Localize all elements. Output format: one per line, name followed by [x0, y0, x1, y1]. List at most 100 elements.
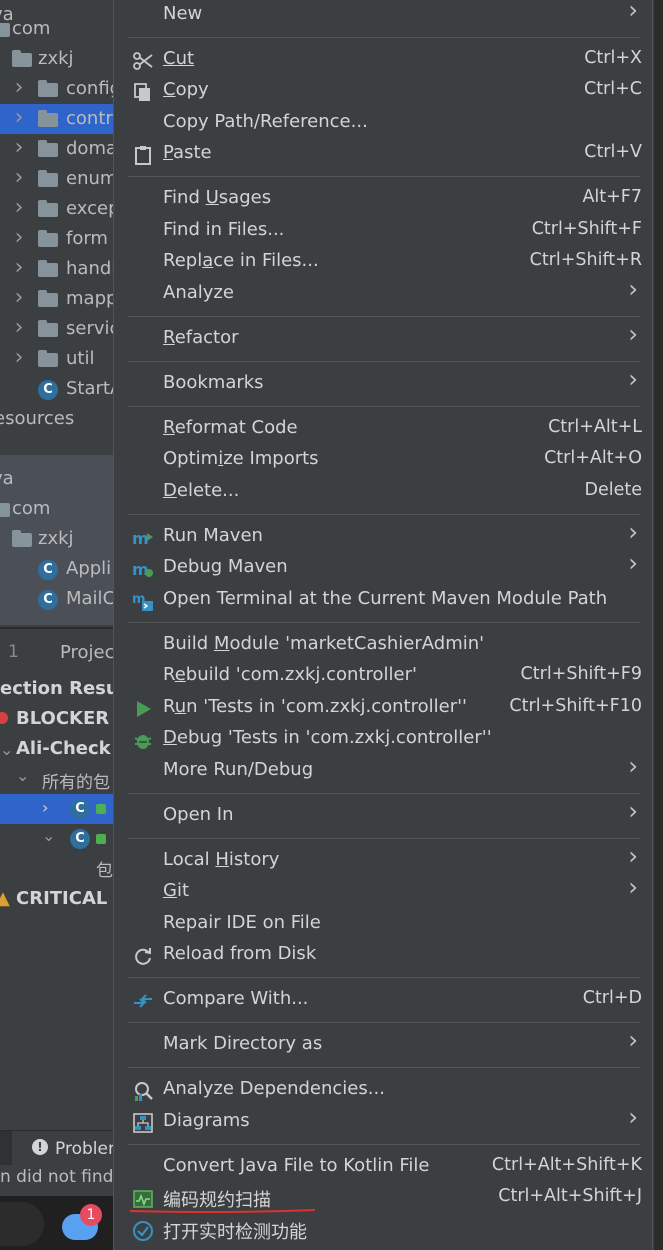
chevron-right-icon[interactable]: › — [12, 314, 26, 343]
menu-item-label: Copy Path/Reference... — [163, 111, 368, 132]
chevron-right-icon[interactable]: › — [12, 164, 26, 193]
chevron-right-icon: › — [628, 873, 638, 901]
tree-item[interactable]: › handl — [0, 254, 120, 284]
shortcut-label: Ctrl+Alt+Shift+K — [491, 1155, 642, 1175]
tree-item[interactable]: zxkj — [0, 44, 120, 74]
menu-separator — [128, 406, 640, 407]
critical-row[interactable]: ▲ CRITICAL — [0, 884, 120, 914]
chevron-right-icon[interactable]: › — [12, 74, 26, 103]
chevron-right-icon[interactable]: › — [12, 224, 26, 253]
menu-item-delete[interactable]: Delete... Delete — [114, 477, 654, 508]
folder-icon — [38, 350, 58, 367]
menu-item-open-terminal-at-the-current-maven-module-path[interactable]: m Open Terminal at the Current Maven Modu… — [114, 585, 654, 616]
tree-item[interactable]: › excep — [0, 194, 120, 224]
tree-item-label: servic — [66, 318, 120, 339]
class-row[interactable]: ⌄ C — [0, 824, 120, 854]
menu-item-local-history[interactable]: Local History › — [114, 842, 654, 877]
tree-item[interactable]: C StartA — [0, 374, 120, 404]
menu-item-more-run-debug[interactable]: More Run/Debug › — [114, 752, 654, 787]
ali-check-row[interactable]: ⌄ Ali-Check — [0, 734, 120, 764]
tree-item[interactable]: › contr — [0, 104, 120, 134]
tree-item[interactable]: com — [0, 14, 120, 44]
tree-item[interactable]: va — [0, 464, 120, 494]
tree-item-label: com — [12, 498, 51, 519]
folder-icon — [0, 503, 10, 517]
tree-item[interactable]: esources — [0, 404, 120, 434]
menu-item-git[interactable]: Git › — [114, 873, 654, 908]
chevron-right-icon[interactable]: › — [12, 254, 26, 283]
tree-item[interactable]: com — [0, 494, 120, 524]
folder-icon — [0, 23, 10, 37]
menu-separator — [128, 1022, 640, 1023]
menu-item-label: Repair IDE on File — [163, 912, 321, 933]
selected-class-row[interactable]: › C — [0, 794, 120, 824]
taskbar-search[interactable] — [0, 1202, 44, 1246]
shortcut-label: Delete — [584, 480, 643, 500]
chevron-right-icon[interactable]: › — [12, 134, 26, 163]
chevron-right-icon[interactable]: › — [12, 284, 26, 313]
tab-problems[interactable]: Problen — [55, 1139, 119, 1159]
status-line: n did not find — [0, 1167, 114, 1187]
menu-item-find-in-files[interactable]: Find in Files... Ctrl+Shift+F — [114, 216, 654, 247]
menu-item-label: Convert Java File to Kotlin File — [163, 1155, 430, 1176]
menu-item-repair-ide-on-file[interactable]: Repair IDE on File — [114, 909, 654, 940]
all-packages-row[interactable]: ⌄ 所有的包 — [0, 764, 120, 794]
menu-item-cut[interactable]: Cut Ctrl+X — [114, 45, 654, 76]
shortcut-label: Ctrl+C — [583, 79, 642, 99]
menu-item-diagrams[interactable]: Diagrams › — [114, 1103, 654, 1138]
tab-project[interactable]: Projec — [60, 642, 115, 663]
tree-item-label: excep — [66, 198, 120, 219]
menu-item-replace-in-files[interactable]: Replace in Files... Ctrl+Shift+R — [114, 247, 654, 278]
tree-item[interactable]: C MailC — [0, 584, 120, 614]
menu-item-run-maven[interactable]: m Run Maven › — [114, 518, 654, 553]
menu-item-label: Paste — [163, 142, 212, 163]
tree-item[interactable]: › enum — [0, 164, 120, 194]
menu-item-bookmarks[interactable]: Bookmarks › — [114, 365, 654, 400]
menu-item-debug-maven[interactable]: m Debug Maven › — [114, 549, 654, 584]
menu-item-paste[interactable]: Paste Ctrl+V — [114, 139, 654, 170]
menu-item-label: More Run/Debug — [163, 759, 314, 780]
menu-item-reformat-code[interactable]: Reformat Code Ctrl+Alt+L — [114, 414, 654, 445]
class-icon: C — [70, 799, 90, 819]
menu-item-find-usages[interactable]: Find Usages Alt+F7 — [114, 184, 654, 215]
tree-item[interactable]: › servic — [0, 314, 120, 344]
menu-item-reload-from-disk[interactable]: Reload from Disk — [114, 940, 654, 971]
menu-item-label: Run 'Tests in 'com.zxkj.controller'' — [163, 696, 468, 717]
menu-item-debug-tests-in-com-zxkj-controller[interactable]: Debug 'Tests in 'com.zxkj.controller'' — [114, 724, 654, 755]
blocker-icon — [0, 712, 8, 724]
menu-item-rebuild-com-zxkj-controller[interactable]: Rebuild 'com.zxkj.controller' Ctrl+Shift+… — [114, 661, 654, 692]
menu-item-optimize-imports[interactable]: Optimize Imports Ctrl+Alt+O — [114, 445, 654, 476]
menu-item-cjk-33[interactable]: 打开实时检测功能 — [114, 1215, 654, 1246]
tree-item[interactable]: zxkj — [0, 524, 120, 554]
tree-item[interactable]: › doma — [0, 134, 120, 164]
menu-item-label: Open In — [163, 804, 234, 825]
menu-item-analyze-dependencies[interactable]: Analyze Dependencies... — [114, 1075, 654, 1106]
menu-item-build-module-marketcashieradmin[interactable]: Build Module 'marketCashierAdmin' — [114, 630, 654, 661]
chevron-right-icon: › — [628, 752, 638, 780]
blocker-row[interactable]: BLOCKER — [0, 704, 120, 734]
compare-icon — [132, 990, 154, 1012]
tree-item[interactable]: › config — [0, 74, 120, 104]
chevron-right-icon[interactable]: › — [12, 104, 26, 133]
menu-item-new[interactable]: New › — [114, 0, 654, 31]
menu-item-refactor[interactable]: Refactor › — [114, 320, 654, 355]
chevron-right-icon[interactable]: › — [12, 344, 26, 373]
menu-item-open-in[interactable]: Open In › — [114, 797, 654, 832]
chevron-right-icon[interactable]: › — [12, 194, 26, 223]
menu-item-copy[interactable]: Copy Ctrl+C — [114, 76, 654, 107]
menu-item-run-tests-in-com-zxkj-controller[interactable]: Run 'Tests in 'com.zxkj.controller'' Ctrl… — [114, 693, 654, 724]
menu-item-convert-java-file-to-kotlin-file[interactable]: Convert Java File to Kotlin File Ctrl+Alt… — [114, 1152, 654, 1183]
tree-item[interactable]: › mapp — [0, 284, 120, 314]
tree-item[interactable]: C Appli — [0, 554, 120, 584]
menu-item-compare-with[interactable]: Compare With... Ctrl+D — [114, 985, 654, 1016]
tree-item[interactable]: › util — [0, 344, 120, 374]
reload-icon — [132, 945, 154, 967]
shortcut-label: Ctrl+X — [584, 48, 642, 68]
tree-item-label: esources — [0, 408, 75, 429]
menu-item-label: 打开实时检测功能 — [163, 1222, 307, 1243]
menu-item-copy-path-reference[interactable]: Copy Path/Reference... — [114, 108, 654, 139]
tree-item[interactable]: › form — [0, 224, 120, 254]
menu-item-analyze[interactable]: Analyze › — [114, 275, 654, 310]
menu-item-mark-directory-as[interactable]: Mark Directory as › — [114, 1026, 654, 1061]
shortcut-label: Ctrl+Alt+O — [544, 448, 642, 468]
